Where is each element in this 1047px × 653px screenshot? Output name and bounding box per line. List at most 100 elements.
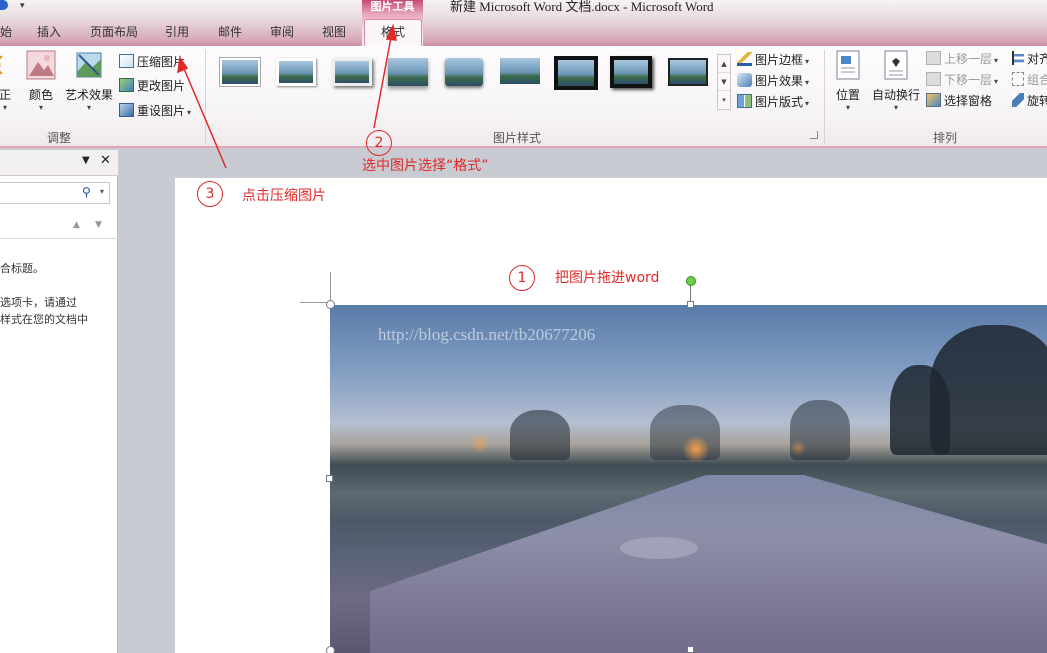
bring-forward-button[interactable]: 上移一层 ▾ — [926, 49, 998, 69]
selection-pane-icon — [926, 93, 941, 107]
ribbon: 正 ▾ 颜色 ▾ 艺术效果 ▾ 压缩图片 更改图片 重设图片 ▾ 调整 ▲ ▼ … — [0, 46, 1047, 148]
tab-view[interactable]: 视图 — [322, 23, 346, 45]
quick-access-dropdown-icon[interactable]: ▾ — [20, 2, 25, 11]
word-app-icon[interactable] — [0, 0, 8, 10]
rotate-handle-stem — [690, 286, 691, 302]
window-title: 新建 Microsoft Word 文档.docx - Microsoft Wo… — [450, 0, 714, 14]
wrap-text-button[interactable]: 自动换行 ▾ — [870, 50, 922, 113]
picture-style-thumbnail[interactable] — [386, 56, 430, 90]
tab-references[interactable]: 引用 — [165, 23, 189, 45]
navigation-search-input[interactable]: ⚲ ▾ — [0, 182, 110, 204]
picture-style-thumbnail[interactable] — [442, 56, 486, 90]
picture-style-thumbnail[interactable] — [274, 56, 318, 90]
picture-layout-button[interactable]: 图片版式 ▾ — [737, 92, 809, 112]
photo-light — [682, 435, 710, 463]
picture-styles-gallery — [212, 54, 717, 110]
step-2-text: 选中图片选择“格式” — [362, 158, 489, 174]
picture-style-thumbnail[interactable] — [498, 56, 542, 90]
navigation-pane-header: ▼ ✕ — [0, 150, 118, 176]
bring-forward-label: 上移一层 — [944, 52, 993, 66]
selection-pane-button[interactable]: 选择窗格 — [926, 91, 992, 111]
reset-picture-button[interactable]: 重设图片 ▾ — [119, 101, 191, 121]
tab-home[interactable]: 始 — [0, 23, 12, 45]
change-picture-label: 更改图片 — [137, 79, 186, 93]
picture-styles-group-label: 图片样式 — [492, 131, 541, 145]
change-picture-button[interactable]: 更改图片 — [119, 76, 185, 96]
group-objects-button[interactable]: 组合 — [1012, 70, 1047, 90]
resize-handle[interactable] — [687, 646, 694, 653]
nav-help-text: 样式在您的文档中 — [0, 313, 88, 326]
step-1-marker: 1 — [509, 265, 535, 291]
scroll-up-icon[interactable]: ▲ — [718, 55, 730, 73]
artistic-effects-button[interactable]: 艺术效果 ▾ — [63, 50, 115, 113]
picture-effects-button[interactable]: 图片效果 ▾ — [737, 71, 809, 91]
picture-styles-dialog-launcher-icon[interactable] — [810, 131, 818, 139]
align-button[interactable]: 对齐 — [1012, 49, 1047, 69]
picture-style-thumbnail[interactable] — [666, 56, 710, 90]
artistic-effects-icon — [76, 52, 102, 78]
rotate-handle[interactable] — [686, 276, 696, 286]
position-label: 位置 — [835, 88, 860, 102]
tab-format[interactable]: 格式 — [364, 19, 422, 46]
next-result-icon[interactable]: ▼ — [95, 220, 102, 230]
inserted-picture[interactable]: http://blog.csdn.net/tb20677206 — [330, 305, 1047, 653]
tab-review[interactable]: 审阅 — [270, 23, 294, 45]
picture-style-thumbnail[interactable] — [610, 56, 654, 90]
photo-tree — [890, 365, 950, 455]
wrap-text-icon — [884, 50, 908, 80]
chevron-down-icon: ▾ — [805, 99, 810, 108]
compress-pictures-button[interactable]: 压缩图片 — [119, 52, 185, 72]
resize-handle[interactable] — [326, 646, 335, 653]
photo-frosted-rail — [370, 475, 1047, 653]
chevron-down-icon: ▾ — [2, 103, 7, 112]
resize-handle[interactable] — [326, 300, 335, 309]
group-separator — [205, 50, 206, 144]
picture-layout-label: 图片版式 — [755, 95, 804, 109]
picture-effects-icon — [737, 73, 752, 87]
send-backward-label: 下移一层 — [944, 73, 993, 87]
navigation-pane: ▼ ✕ ⚲ ▾ ▲ ▼ 合标题。 选项卡，请通过 样式在您的文档中 — [0, 150, 118, 653]
search-icon[interactable]: ⚲ — [82, 185, 91, 199]
artistic-effects-label: 艺术效果 — [64, 88, 113, 102]
align-label: 对齐 — [1027, 52, 1047, 66]
corrections-button[interactable]: 正 ▾ — [0, 50, 16, 113]
tab-mailings[interactable]: 邮件 — [218, 23, 242, 45]
reset-picture-icon — [119, 103, 134, 117]
rotate-icon — [1012, 93, 1024, 107]
rotate-button[interactable]: 旋转 — [1012, 91, 1047, 111]
tab-page-layout[interactable]: 页面布局 — [90, 23, 138, 45]
send-backward-icon — [926, 72, 941, 86]
chevron-down-icon: ▾ — [994, 77, 999, 86]
step-1-text: 把图片拖进word — [555, 270, 660, 286]
picture-style-thumbnail[interactable] — [330, 56, 374, 90]
align-icon — [1012, 51, 1024, 65]
previous-result-icon[interactable]: ▲ — [73, 220, 80, 230]
send-backward-button[interactable]: 下移一层 ▾ — [926, 70, 998, 90]
picture-style-thumbnail[interactable] — [218, 56, 262, 90]
nav-help-text: 合标题。 — [0, 262, 44, 275]
chevron-down-icon: ▾ — [994, 56, 999, 65]
resize-handle[interactable] — [326, 475, 333, 482]
resize-handle[interactable] — [687, 301, 694, 308]
wrap-text-label: 自动换行 — [871, 88, 920, 102]
chevron-down-icon: ▾ — [805, 57, 810, 66]
pencil-border-icon — [737, 52, 752, 66]
tab-insert[interactable]: 插入 — [37, 23, 61, 45]
position-button[interactable]: 位置 ▾ — [830, 50, 866, 113]
close-icon[interactable]: ✕ — [100, 153, 111, 168]
group-label: 组合 — [1027, 73, 1047, 87]
gallery-scroller[interactable]: ▲ ▼ ▾ — [717, 54, 731, 110]
step-2-marker: 2 — [366, 130, 392, 156]
color-button[interactable]: 颜色 ▾ — [24, 50, 58, 113]
picture-border-button[interactable]: 图片边框 ▾ — [737, 50, 809, 70]
arrange-group-label: 排列 — [932, 131, 957, 145]
chevron-down-icon: ▾ — [86, 103, 91, 112]
picture-style-thumbnail[interactable] — [554, 56, 598, 90]
photo-frost-leaf — [620, 537, 698, 559]
chevron-down-icon: ▾ — [845, 103, 850, 112]
scroll-down-icon[interactable]: ▼ — [718, 73, 730, 91]
reset-picture-label: 重设图片 — [137, 104, 186, 118]
search-dropdown-icon[interactable]: ▾ — [100, 187, 104, 196]
more-styles-icon[interactable]: ▾ — [718, 91, 730, 109]
pane-options-icon[interactable]: ▼ — [82, 155, 90, 166]
